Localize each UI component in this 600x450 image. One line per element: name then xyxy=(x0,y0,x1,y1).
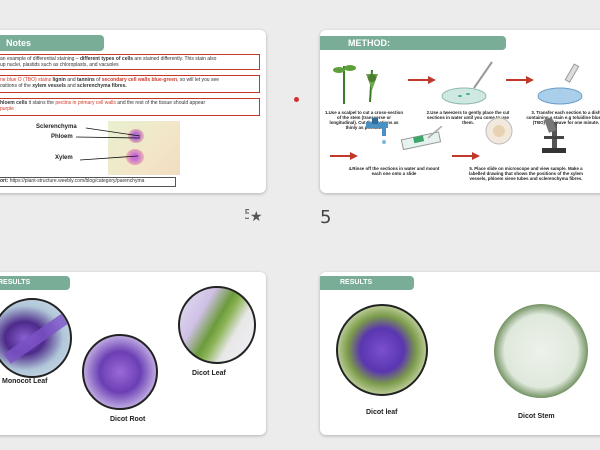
micrograph-dicot-root xyxy=(82,334,158,410)
magnified-sample-icon xyxy=(485,117,513,145)
micrograph-monocot-leaf xyxy=(0,298,72,378)
arrow-right-icon xyxy=(452,152,480,160)
slide-thumbnail-method[interactable]: METHOD: 1.Use a scalpel to cut a cross-s… xyxy=(320,30,600,193)
micrograph-dicot-stem xyxy=(492,302,590,400)
previous-slide-number-partial: 5 xyxy=(244,208,249,223)
microscope-slide-icon xyxy=(400,126,443,150)
micrograph-dicot-leaf xyxy=(178,286,256,364)
petri-dish-icon xyxy=(441,61,493,105)
slide-title: RESULTS xyxy=(320,276,414,290)
slide-thumbnail-results-2[interactable]: RESULTS Dicot leaf Dicot Stem xyxy=(320,272,600,435)
slide-title: METHOD: xyxy=(320,36,506,50)
method-step-4: 4.Rinse off the sections in water and mo… xyxy=(348,166,440,176)
label-dicot-root: Dicot Root xyxy=(110,416,146,423)
arrow-right-icon xyxy=(330,152,358,160)
slide-thumbnail-notes[interactable]: Notes an example of differential stainin… xyxy=(0,30,266,193)
method-step-5: 5. Place slide on microscope and view sa… xyxy=(469,166,583,181)
arrow-right-icon xyxy=(408,76,436,84)
label-sclerenchyma: Sclerenchyma xyxy=(36,124,77,130)
slide-number: 5 xyxy=(320,207,332,228)
microscope-icon xyxy=(542,116,566,153)
label-monocot-leaf: Monocot Leaf xyxy=(2,378,48,385)
arrow-right-icon xyxy=(506,76,534,84)
micrograph-streak xyxy=(3,308,70,364)
micrograph-dicot-leaf xyxy=(336,304,428,396)
slide-thumbnail-results-1[interactable]: RESULTS Monocot Leaf Dicot Root Dicot Le… xyxy=(0,272,266,435)
source-text: ort: https://plant-structure.weebly.com/… xyxy=(0,178,145,184)
label-xylem: Xylem xyxy=(55,155,73,161)
label-dicot-stem: Dicot Stem xyxy=(518,413,555,420)
label-dicot-leaf: Dicot Leaf xyxy=(192,370,226,377)
slide-title: RESULTS xyxy=(0,276,70,290)
star-icon[interactable]: ★ xyxy=(250,208,263,225)
label-phloem: Phloem xyxy=(51,134,73,140)
stain-dish-icon xyxy=(537,63,583,105)
plant-icon xyxy=(333,65,378,104)
paragraph-2: ne blue O (TBO) stains lignin and tannin… xyxy=(0,77,220,89)
paragraph-1: an example of differential staining – di… xyxy=(0,56,217,68)
slide-title: Notes xyxy=(0,35,104,51)
slide-marker-dot xyxy=(294,97,299,102)
label-dicot-leaf: Dicot leaf xyxy=(366,409,398,416)
paragraph-3: hloem cells it stains the pectins in pri… xyxy=(0,100,206,112)
tap-icon xyxy=(366,118,388,144)
